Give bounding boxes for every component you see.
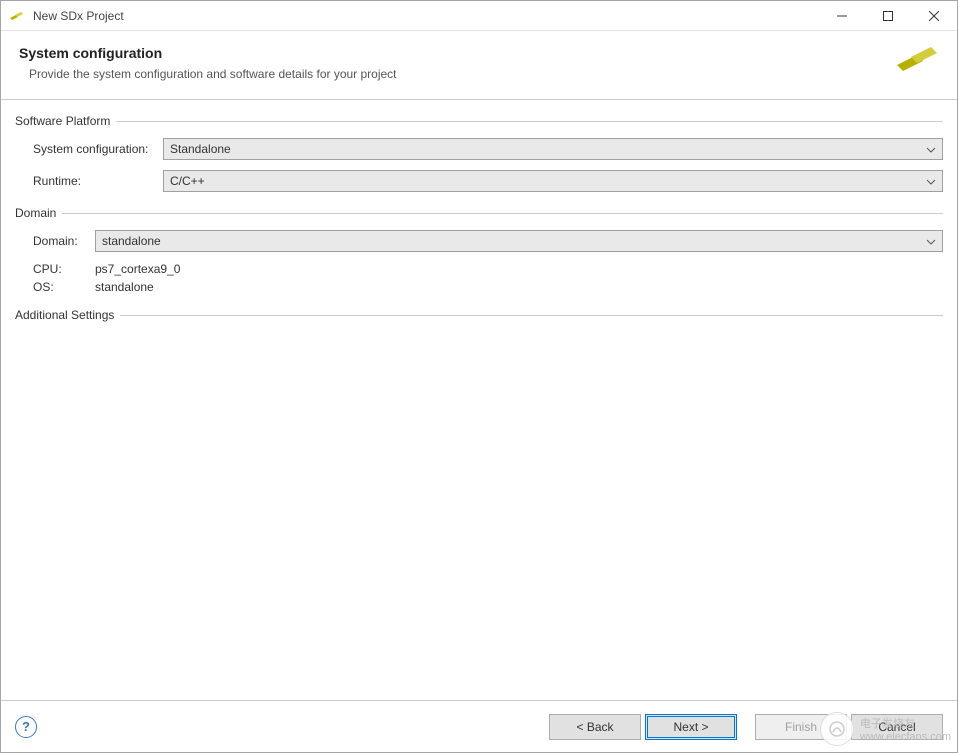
window-title: New SDx Project — [33, 9, 819, 23]
header-banner: System configuration Provide the system … — [1, 31, 957, 100]
label-cpu: CPU: — [33, 262, 95, 276]
footer-bar: ? < Back Next > Finish Cancel — [1, 700, 957, 752]
row-cpu: CPU: ps7_cortexa9_0 — [33, 262, 943, 276]
group-label: Additional Settings — [15, 308, 120, 322]
chevron-down-icon — [926, 234, 936, 248]
maximize-button[interactable] — [865, 1, 911, 31]
divider — [62, 213, 943, 214]
select-domain[interactable]: standalone — [95, 230, 943, 252]
value-cpu: ps7_cortexa9_0 — [95, 262, 180, 276]
select-runtime[interactable]: C/C++ — [163, 170, 943, 192]
group-software-platform: Software Platform — [15, 114, 943, 128]
group-label: Domain — [15, 206, 62, 220]
window-controls — [819, 1, 957, 30]
group-additional-settings: Additional Settings — [15, 308, 943, 322]
next-button[interactable]: Next > — [645, 714, 737, 740]
banner-icon — [891, 39, 945, 79]
close-button[interactable] — [911, 1, 957, 31]
help-button[interactable]: ? — [15, 716, 37, 738]
label-runtime: Runtime: — [33, 174, 163, 188]
select-value: Standalone — [170, 142, 231, 156]
cancel-button[interactable]: Cancel — [851, 714, 943, 740]
page-title: System configuration — [19, 45, 939, 61]
row-domain: Domain: standalone — [33, 230, 943, 252]
finish-button: Finish — [755, 714, 847, 740]
select-value: C/C++ — [170, 174, 205, 188]
chevron-down-icon — [926, 174, 936, 188]
value-os: standalone — [95, 280, 154, 294]
select-value: standalone — [102, 234, 161, 248]
content-area: Software Platform System configuration: … — [1, 100, 957, 699]
row-system-configuration: System configuration: Standalone — [33, 138, 943, 160]
label-os: OS: — [33, 280, 95, 294]
divider — [116, 121, 943, 122]
row-runtime: Runtime: C/C++ — [33, 170, 943, 192]
chevron-down-icon — [926, 142, 936, 156]
minimize-button[interactable] — [819, 1, 865, 31]
back-button[interactable]: < Back — [549, 714, 641, 740]
group-domain: Domain — [15, 206, 943, 220]
titlebar: New SDx Project — [1, 1, 957, 31]
app-icon — [9, 8, 25, 24]
row-os: OS: standalone — [33, 280, 943, 294]
group-label: Software Platform — [15, 114, 116, 128]
divider — [120, 315, 943, 316]
label-system-configuration: System configuration: — [33, 142, 163, 156]
page-subtitle: Provide the system configuration and sof… — [19, 67, 939, 81]
select-system-configuration[interactable]: Standalone — [163, 138, 943, 160]
label-domain: Domain: — [33, 234, 95, 248]
